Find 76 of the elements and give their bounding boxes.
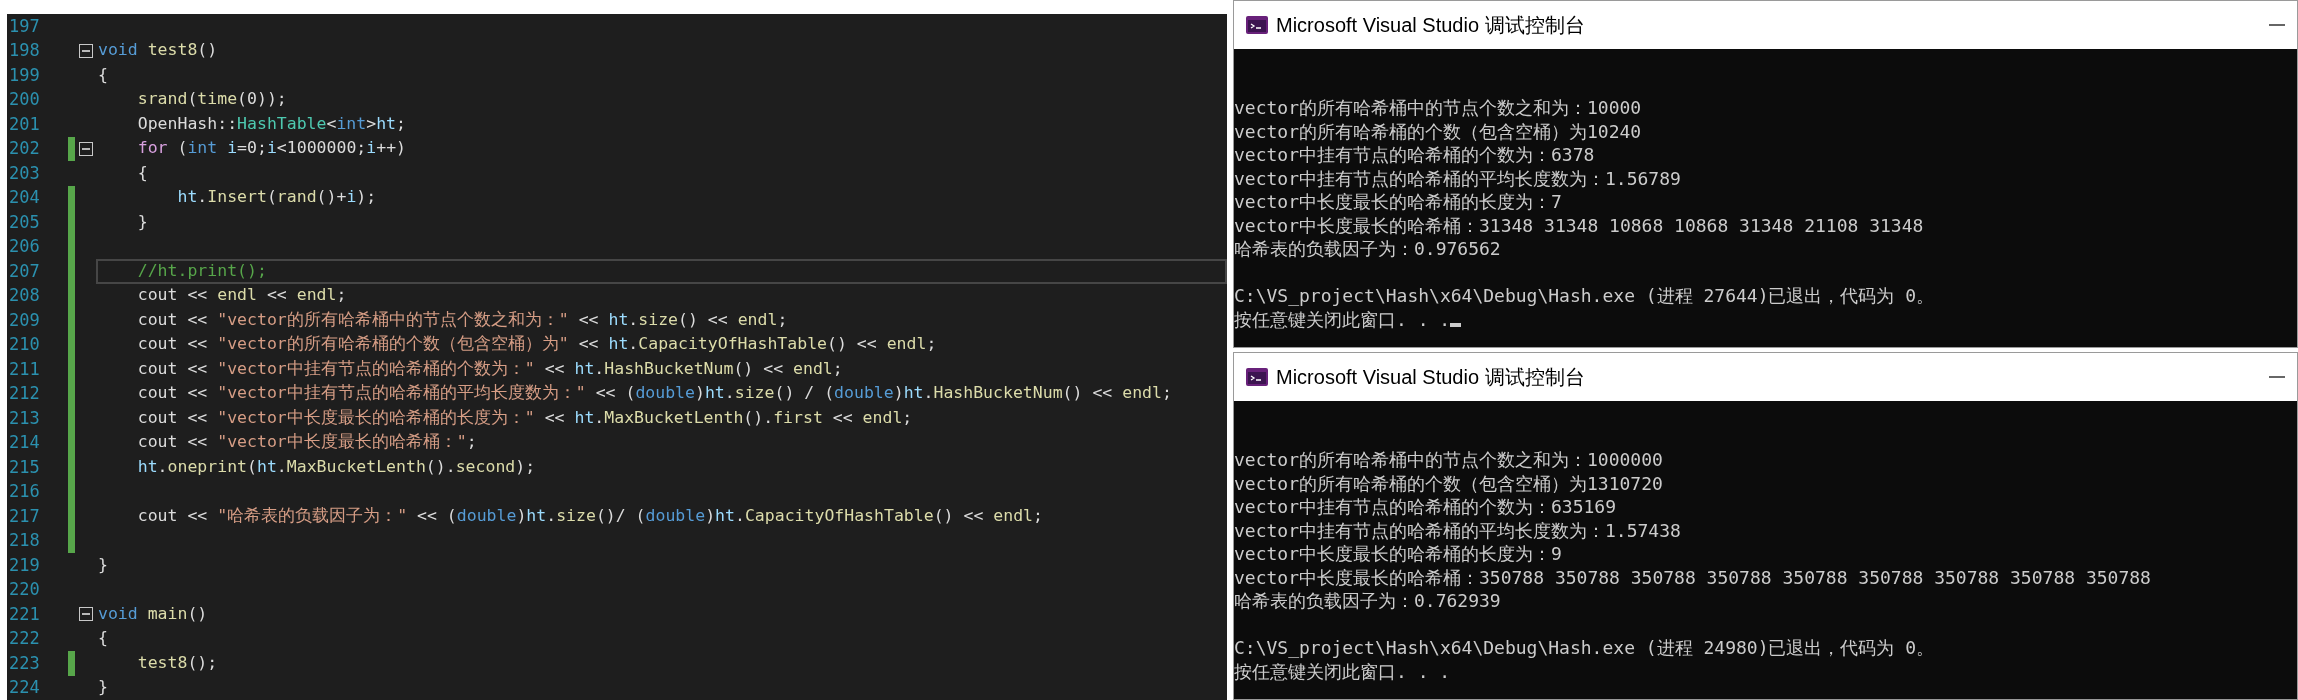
code-line: cout << "vector的所有哈希桶中的节点个数之和为：" << ht.size() << endl; xyxy=(137,308,788,331)
code-line: { xyxy=(137,161,148,184)
code-line: ht.Insert(rand()+i); xyxy=(177,186,377,209)
console-output-line: 按任意键关闭此窗口. . . xyxy=(1234,307,1451,331)
console-output-line: 哈希表的负载因子为：0.762939 xyxy=(1234,589,1501,613)
code-line: test8(); xyxy=(137,651,218,674)
line-number: 199 xyxy=(8,63,41,87)
console-output-line: 按任意键关闭此窗口. . . xyxy=(1234,659,1451,683)
code-line: cout << "vector中长度最长的哈希桶："; xyxy=(137,431,477,454)
line-number: 217 xyxy=(8,504,41,528)
code-line: cout << "vector中长度最长的哈希桶的长度为：" << ht.MaxBucketLenth().first << endl; xyxy=(137,406,913,429)
line-number: 210 xyxy=(8,333,41,356)
line-number: 201 xyxy=(8,112,41,136)
code-line: for (int i=0;i<1000000;i++) xyxy=(137,137,406,160)
line-number: 205 xyxy=(8,210,41,234)
console-output-line: vector中长度最长的哈希桶：31348 31348 10868 10868 31348 21108 31348 xyxy=(1234,213,1924,237)
console-output-line: C:\VS_project\Hash\x64\Debug\Hash.exe (进程 24980)已退出，代码为 0。 xyxy=(1234,636,1935,660)
code-line: cout << "vector中挂有节点的哈希桶的平均长度数为：" << (double)ht.size() / (double)ht.HashBucketNum() << endl; xyxy=(137,382,1172,405)
line-number: 216 xyxy=(8,480,41,503)
code-line: cout << "vector的所有哈希桶的个数（包含空桶）为" << ht.CapacityOfHashTable() << endl; xyxy=(137,333,937,356)
line-number: 208 xyxy=(8,284,41,307)
line-number: 202 xyxy=(8,137,41,160)
code-line: //ht.print(); xyxy=(137,259,267,282)
code-line: void main() xyxy=(98,602,208,625)
code-line: ht.oneprint(ht.MaxBucketLenth().second); xyxy=(137,455,536,478)
line-number: 220 xyxy=(8,578,41,601)
console-output-line: vector的所有哈希桶中的节点个数之和为：10000 xyxy=(1234,96,1642,120)
console-output-line: vector中挂有节点的哈希桶的个数为：6378 xyxy=(1234,143,1595,167)
line-number: 200 xyxy=(8,88,41,111)
console-output-line: vector中长度最长的哈希桶的长度为：9 xyxy=(1234,542,1562,566)
console-output-line: C:\VS_project\Hash\x64\Debug\Hash.exe (进程 27644)已退出，代码为 0。 xyxy=(1234,284,1935,308)
line-number: 197 xyxy=(8,14,41,38)
line-number: 213 xyxy=(8,406,41,430)
code-line: } xyxy=(98,553,108,576)
code-line: OpenHash::HashTable<int>ht; xyxy=(137,112,406,135)
collapse-icon[interactable] xyxy=(78,43,93,58)
line-number: 209 xyxy=(8,308,41,332)
collapse-icon[interactable] xyxy=(78,141,93,156)
line-number: 203 xyxy=(8,161,41,185)
line-number: 219 xyxy=(8,553,41,577)
code-line: cout << "哈希表的负载因子为：" << (double)ht.size()/ (double)ht.CapacityOfHashTable() << endl; xyxy=(137,504,1043,527)
line-number: 207 xyxy=(8,259,41,283)
code-line: cout << "vector中挂有节点的哈希桶的个数为：" << ht.HashBucketNum() << endl; xyxy=(137,357,843,380)
code-line: } xyxy=(98,676,108,699)
line-number: 221 xyxy=(8,602,41,626)
console-app-icon xyxy=(1246,368,1268,386)
code-line: { xyxy=(98,63,108,86)
collapse-icon[interactable] xyxy=(78,607,93,622)
console-output-line: vector中长度最长的哈希桶的长度为：7 xyxy=(1234,190,1562,214)
line-number: 224 xyxy=(8,676,41,699)
console-output-line: vector中长度最长的哈希桶：350788 350788 350788 350788 350788 350788 350788 350788 350788 xyxy=(1234,565,2151,589)
console-app-icon xyxy=(1246,16,1268,34)
console-output-line: vector的所有哈希桶中的节点个数之和为：1000000 xyxy=(1234,448,1663,472)
line-number: 218 xyxy=(8,529,41,552)
console-output-line: vector的所有哈希桶的个数（包含空桶）为1310720 xyxy=(1234,471,1663,495)
line-number: 212 xyxy=(8,382,41,405)
line-number: 215 xyxy=(8,455,41,479)
console-output-line: 哈希表的负载因子为：0.976562 xyxy=(1234,237,1501,261)
line-number: 222 xyxy=(8,627,41,650)
console-output-line: vector中挂有节点的哈希桶的个数为：635169 xyxy=(1234,495,1617,519)
console-output-line: vector中挂有节点的哈希桶的平均长度数为：1.57438 xyxy=(1234,518,1681,542)
code-line: srand(time(0)); xyxy=(137,88,287,111)
console-output-line: vector的所有哈希桶的个数（包含空桶）为10240 xyxy=(1234,119,1642,143)
code-line: void test8() xyxy=(98,39,218,62)
line-number: 211 xyxy=(8,357,41,381)
code-line: } xyxy=(137,210,148,233)
line-number: 206 xyxy=(8,235,41,258)
line-number: 223 xyxy=(8,651,41,675)
line-number: 198 xyxy=(8,39,41,62)
window-title: Microsoft Visual Studio 调试控制台 xyxy=(1276,365,1585,390)
line-number: 204 xyxy=(8,186,41,209)
code-line: cout << endl << endl; xyxy=(137,284,347,307)
code-line: { xyxy=(98,627,108,650)
window-title: Microsoft Visual Studio 调试控制台 xyxy=(1276,13,1585,38)
line-number: 214 xyxy=(8,431,41,454)
console-output-line: vector中挂有节点的哈希桶的平均长度数为：1.56789 xyxy=(1234,166,1681,190)
